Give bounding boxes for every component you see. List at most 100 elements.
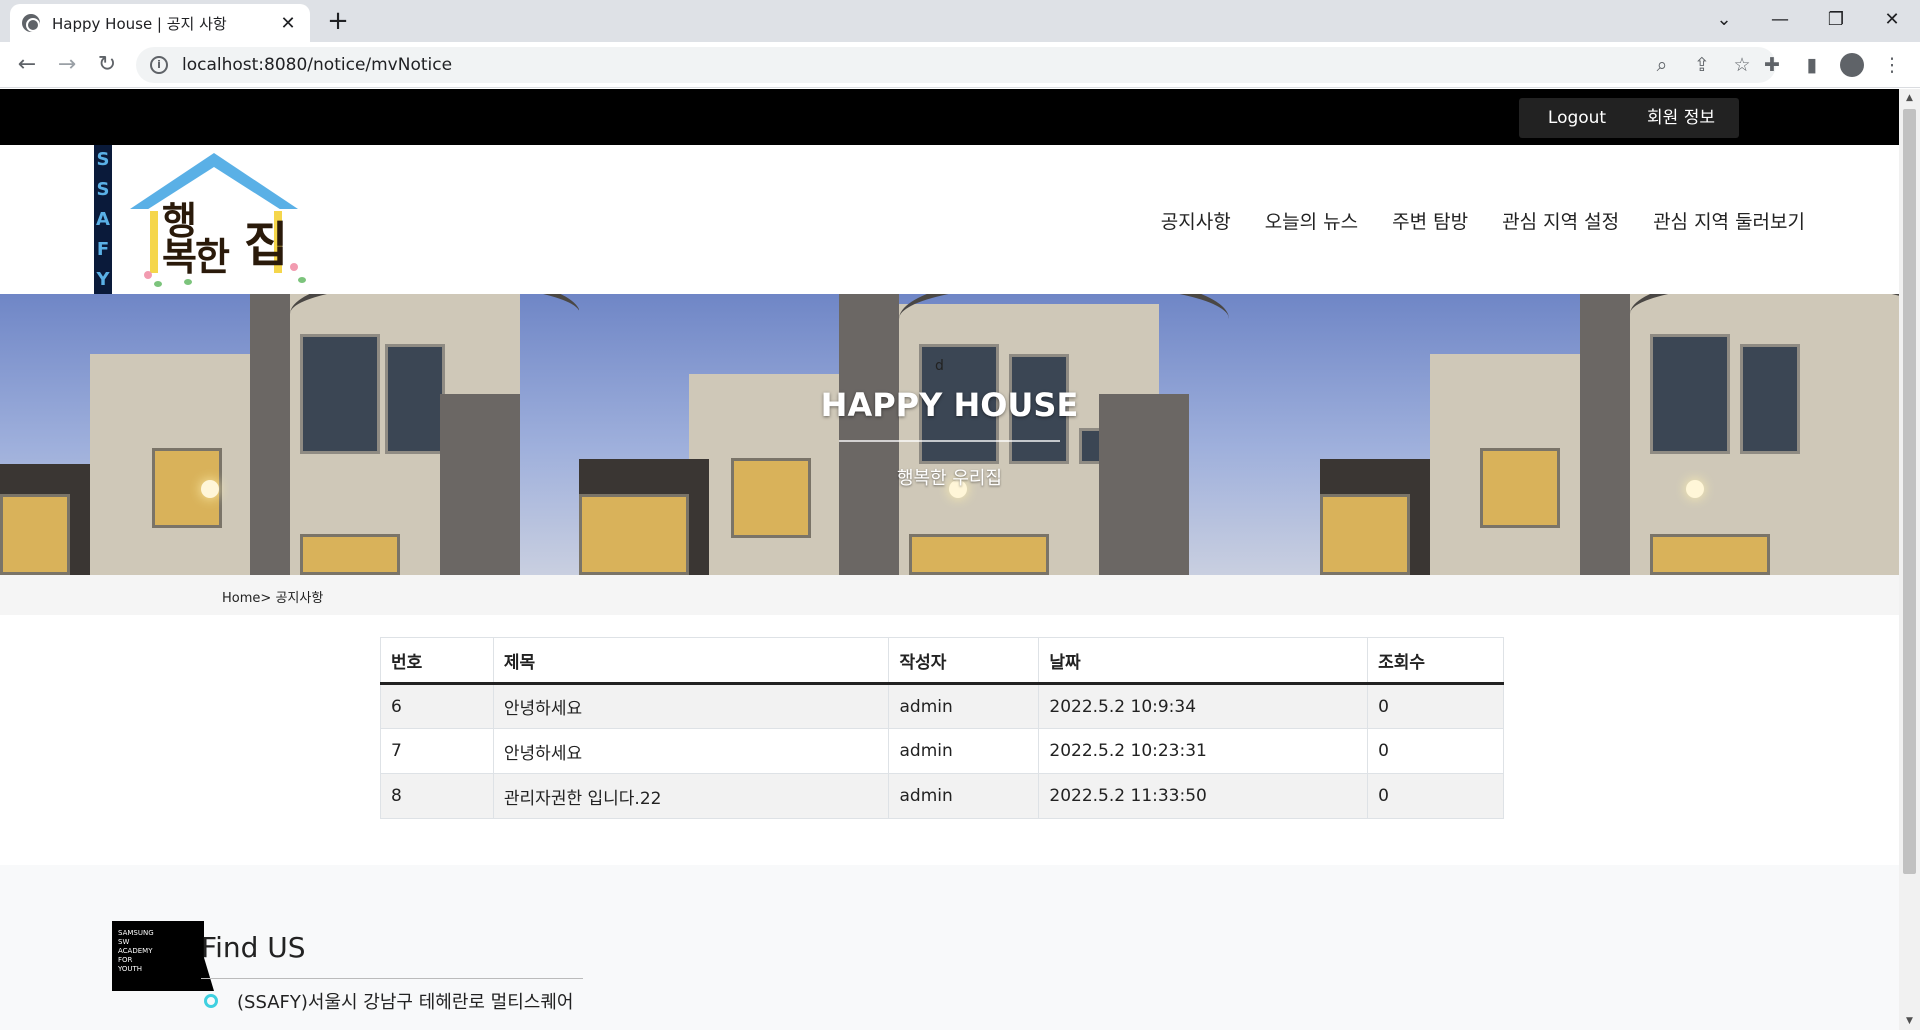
profile-avatar-icon[interactable] — [1840, 53, 1864, 77]
hero-stray-text: d — [935, 358, 944, 374]
logo-wall-left — [150, 211, 158, 273]
flower-icon — [290, 263, 298, 271]
page-viewport: Logout 회원 정보 S S A F Y 행 복한 집 공지사항 오늘의 뉴… — [0, 89, 1899, 1030]
logout-button[interactable]: Logout — [1519, 98, 1635, 138]
side-panel-icon[interactable]: ▮ — [1792, 50, 1832, 80]
site-logo[interactable]: S S A F Y 행 복한 집 — [94, 145, 318, 294]
cell-title-link[interactable]: 안녕하세요 — [493, 728, 890, 774]
column-header-title: 제목 — [493, 637, 890, 685]
table-row[interactable]: 8 관리자권한 입니다.22 admin 2022.5.2 11:33:50 0 — [380, 773, 1504, 819]
cell-date: 2022.5.2 10:9:34 — [1038, 683, 1369, 729]
browser-toolbar: ← → ↻ i localhost:8080/notice/mvNotice ⌕… — [0, 42, 1920, 88]
tab-search-icon[interactable]: ⌄ — [1696, 0, 1752, 40]
column-header-date: 날짜 — [1038, 637, 1369, 685]
footer-address: (SSAFY)서울시 강남구 테헤란로 멀티스퀘어 — [237, 992, 574, 1013]
column-header-views: 조회수 — [1367, 637, 1504, 685]
scrollbar-thumb[interactable] — [1903, 109, 1916, 874]
breadcrumb: Home> 공지사항 — [0, 575, 1899, 615]
globe-icon — [22, 14, 40, 32]
column-header-number: 번호 — [380, 637, 494, 685]
column-header-author: 작성자 — [888, 637, 1040, 685]
forward-arrow-icon[interactable]: → — [52, 50, 82, 80]
hero-divider — [839, 440, 1060, 442]
logo-line: ACADEMY — [118, 947, 153, 955]
strip-letter: Y — [96, 268, 110, 290]
reload-icon[interactable]: ↻ — [92, 50, 122, 80]
breadcrumb-home-link[interactable]: Home> — [222, 591, 271, 606]
extensions-icon[interactable]: ✚ — [1752, 50, 1792, 80]
cell-title-link[interactable]: 관리자권한 입니다.22 — [493, 773, 890, 819]
zoom-icon[interactable]: ⌕ — [1642, 54, 1682, 76]
top-bar: Logout 회원 정보 — [0, 89, 1899, 145]
leaf-icon — [298, 277, 306, 283]
cell-views: 0 — [1367, 773, 1504, 819]
share-icon[interactable]: ⇪ — [1682, 54, 1722, 76]
scroll-up-arrow-icon[interactable]: ▲ — [1899, 93, 1920, 103]
restore-button[interactable]: ❐ — [1808, 0, 1864, 40]
close-window-button[interactable]: ✕ — [1864, 0, 1920, 40]
hero-banner: d HAPPY HOUSE 행복한 우리집 — [0, 294, 1899, 575]
notice-table: 번호 제목 작성자 날짜 조회수 6 안녕하세요 admin 2022.5.2 … — [380, 637, 1504, 819]
cell-author: admin — [888, 728, 1040, 774]
nav-item-news[interactable]: 오늘의 뉴스 — [1265, 207, 1358, 234]
cell-date: 2022.5.2 10:23:31 — [1038, 728, 1369, 774]
breadcrumb-current: 공지사항 — [275, 591, 324, 606]
scroll-down-arrow-icon[interactable]: ▼ — [1899, 1016, 1920, 1026]
logo-text-line2: 복한 — [162, 234, 230, 279]
cell-views: 0 — [1367, 728, 1504, 774]
site-info-icon[interactable]: i — [150, 56, 168, 74]
strip-letter: S — [96, 179, 110, 201]
cell-views: 0 — [1367, 683, 1504, 729]
cell-author: admin — [888, 773, 1040, 819]
table-header-row: 번호 제목 작성자 날짜 조회수 — [380, 637, 1504, 685]
new-tab-button[interactable]: + — [324, 6, 352, 36]
breadcrumb-text: Home> 공지사항 — [222, 587, 323, 606]
flower-icon — [144, 271, 152, 279]
site-header: S S A F Y 행 복한 집 공지사항 오늘의 뉴스 주변 탐방 관심 지역… — [0, 145, 1899, 294]
nav-item-interest-setting[interactable]: 관심 지역 설정 — [1502, 207, 1619, 234]
hero-subtitle: 행복한 우리집 — [896, 468, 1003, 489]
browser-tab[interactable]: Happy House | 공지 사항 ✕ — [10, 4, 310, 42]
cell-number: 8 — [380, 773, 494, 819]
table-row[interactable]: 7 안녕하세요 admin 2022.5.2 10:23:31 0 — [380, 728, 1504, 774]
strip-letter: S — [96, 149, 110, 171]
logo-text-big: 집 — [244, 217, 289, 273]
site-footer: SAMSUNG SW ACADEMY FOR YOUTH Find US (SS… — [0, 865, 1899, 1030]
toolbar-right: ✚ ▮ ⋮ — [1752, 50, 1912, 80]
leaf-icon — [154, 281, 162, 287]
cell-number: 6 — [380, 683, 494, 729]
nav-item-notice[interactable]: 공지사항 — [1161, 207, 1231, 234]
main-nav: 공지사항 오늘의 뉴스 주변 탐방 관심 지역 설정 관심 지역 둘러보기 — [1127, 207, 1805, 234]
find-us-divider — [201, 978, 583, 979]
strip-letter: F — [96, 238, 110, 260]
back-arrow-icon[interactable]: ← — [12, 50, 42, 80]
menu-dots-icon[interactable]: ⋮ — [1872, 50, 1912, 80]
ssafy-academy-logo: SAMSUNG SW ACADEMY FOR YOUTH — [112, 921, 214, 991]
leaf-icon — [184, 279, 192, 285]
url-text[interactable]: localhost:8080/notice/mvNotice — [182, 55, 1642, 75]
logo-line: YOUTH — [118, 965, 143, 973]
strip-letter: A — [96, 208, 110, 230]
tab-close-icon[interactable]: ✕ — [278, 13, 298, 34]
window-controls: ⌄ — ❐ ✕ — [1696, 0, 1920, 40]
nav-item-explore[interactable]: 주변 탐방 — [1392, 207, 1468, 234]
logo-line: FOR — [118, 956, 133, 964]
cell-title-link[interactable]: 안녕하세요 — [493, 683, 890, 729]
address-bar[interactable]: i localhost:8080/notice/mvNotice ⌕ ⇪ ☆ — [136, 47, 1776, 83]
hero-overlay: d HAPPY HOUSE 행복한 우리집 — [0, 294, 1899, 575]
cell-author: admin — [888, 683, 1040, 729]
find-us-heading: Find US — [201, 931, 306, 964]
nav-item-interest-browse[interactable]: 관심 지역 둘러보기 — [1653, 207, 1805, 234]
minimize-button[interactable]: — — [1752, 0, 1808, 40]
tab-title: Happy House | 공지 사항 — [52, 14, 227, 33]
logo-line: SAMSUNG — [118, 929, 154, 937]
hero-title: HAPPY HOUSE — [820, 386, 1079, 424]
cell-date: 2022.5.2 11:33:50 — [1038, 773, 1369, 819]
member-info-button[interactable]: 회원 정보 — [1623, 98, 1739, 138]
logo-text: 행 복한 — [162, 202, 230, 279]
table-row[interactable]: 6 안녕하세요 admin 2022.5.2 10:9:34 0 — [380, 683, 1504, 729]
page-scrollbar[interactable]: ▲ ▼ — [1899, 89, 1920, 1030]
location-pin-icon — [204, 994, 218, 1008]
logo-line: SW — [118, 938, 130, 946]
ssafy-strip: S S A F Y — [94, 145, 112, 294]
